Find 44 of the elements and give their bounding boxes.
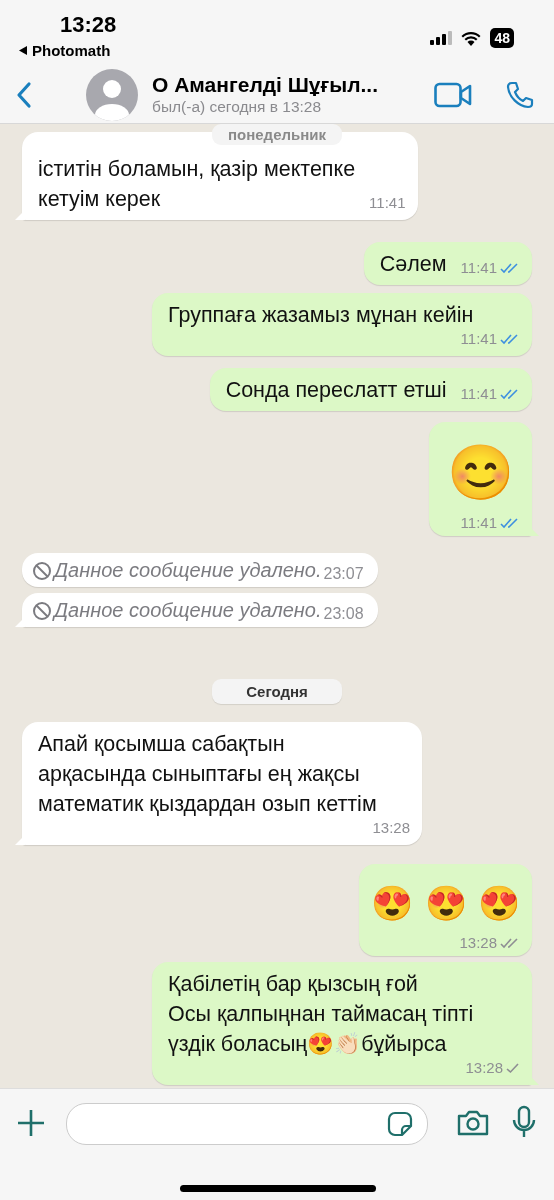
message-text: Қабілетің бар қызсың ғой Осы қалпыңнан таймасаң тіпті үздік боласың😍👏🏻бұйырса <box>168 971 474 1058</box>
phone-call-icon[interactable] <box>506 80 534 109</box>
message-bubble[interactable]: Данное сообщение удалено.23:07 <box>22 553 378 587</box>
blocked-icon <box>32 600 52 621</box>
back-to-app-link[interactable]: Photomath <box>32 42 111 59</box>
deleted-message-text: Данное сообщение удалено. <box>54 599 322 622</box>
battery-level: 48 <box>490 28 514 48</box>
message-bubble[interactable]: Сәлем 11:41 <box>363 242 532 285</box>
message-text: іститін боламын, қазір мектепке кетуім керек <box>38 156 356 213</box>
message-bubble[interactable]: Сонда переслатт етші 11:41 <box>209 368 532 411</box>
message-text: Группаға жазамыз мұнан кейін <box>168 302 474 329</box>
microphone-icon[interactable] <box>512 1105 536 1139</box>
video-call-icon[interactable] <box>434 81 472 108</box>
message-text: Апай қосымша сабақтын арқасында сыныптағы ең жақсы математик қыздардан озып кеттім <box>38 731 377 818</box>
sticker-icon[interactable] <box>387 1111 413 1137</box>
message-time: 11:41 <box>460 385 497 402</box>
message-time: 11:41 <box>369 194 406 211</box>
clock-time: 13:28 <box>60 12 117 38</box>
deleted-message-text: Данное сообщение удалено. <box>54 559 322 582</box>
date-divider: понедельник <box>212 124 342 145</box>
last-seen-status: был(-а) сегодня в 13:28 <box>152 98 323 116</box>
message-time: 11:41 <box>460 514 497 531</box>
date-divider: Сегодня <box>212 679 342 704</box>
camera-icon[interactable] <box>456 1109 490 1137</box>
message-time: 13:28 <box>465 1059 503 1076</box>
message-time: 23:08 <box>323 605 364 623</box>
message-text: Сәлем <box>379 251 447 278</box>
message-text: Сонда переслатт етші <box>225 377 447 404</box>
contact-name[interactable]: О Амангелді Шұғыл... <box>152 73 434 97</box>
blocked-icon <box>32 560 52 581</box>
wifi-icon <box>461 30 482 46</box>
add-icon[interactable] <box>16 1108 46 1138</box>
message-time: 23:07 <box>323 565 364 583</box>
emoji-text: 😊 <box>446 441 515 504</box>
message-time: 13:28 <box>459 934 497 951</box>
message-bubble[interactable]: Группаға жазамыз мұнан кейін 11:41 <box>152 293 532 356</box>
message-input-field[interactable] <box>66 1103 428 1145</box>
message-time: 11:41 <box>460 330 497 347</box>
avatar-icon[interactable] <box>86 68 138 121</box>
signal-icon <box>430 31 453 45</box>
back-triangle-icon <box>18 45 28 56</box>
message-time: 13:28 <box>372 819 410 836</box>
message-time: 11:41 <box>460 259 497 276</box>
emoji-text: 😍 😍 😍 <box>371 883 520 924</box>
